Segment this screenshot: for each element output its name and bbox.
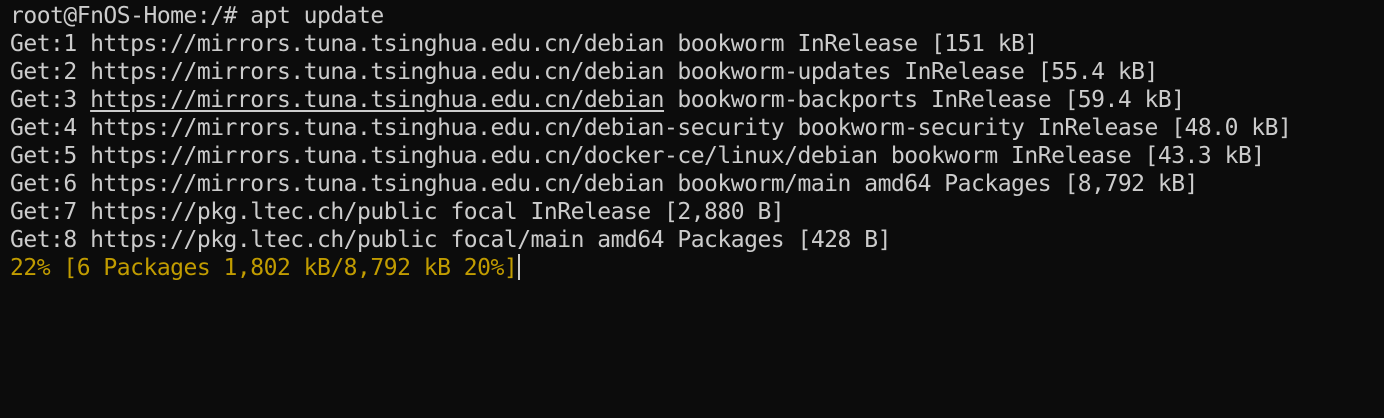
output-line-get-6: Get:6 https://mirrors.tuna.tsinghua.edu.… [10, 171, 1198, 197]
output-line-get-3-prefix: Get:3 [10, 87, 91, 113]
output-line-get-1: Get:1 https://mirrors.tuna.tsinghua.edu.… [10, 31, 1038, 57]
command-prompt-line: root@FnOS-Home:/# apt update [10, 3, 384, 29]
output-line-get-7: Get:7 https://pkg.ltec.ch/public focal I… [10, 199, 785, 225]
text-cursor [518, 254, 521, 280]
mirror-url-link[interactable]: https://mirrors.tuna.tsinghua.edu.cn/deb… [90, 87, 664, 113]
progress-status: 22% [6 Packages 1,802 kB/8,792 kB 20%] [10, 255, 518, 281]
output-line-get-3: Get:3 https://mirrors.tuna.tsinghua.edu.… [10, 86, 1384, 114]
progress-line: 22% [6 Packages 1,802 kB/8,792 kB 20%] [10, 254, 1384, 282]
output-line-get-2: Get:2 https://mirrors.tuna.tsinghua.edu.… [10, 59, 1158, 85]
output-line-get-3-suffix: bookworm-backports InRelease [59.4 kB] [664, 87, 1185, 113]
output-line-get-8: Get:8 https://pkg.ltec.ch/public focal/m… [10, 227, 891, 253]
output-line-get-5: Get:5 https://mirrors.tuna.tsinghua.edu.… [10, 143, 1265, 169]
output-line-get-4: Get:4 https://mirrors.tuna.tsinghua.edu.… [10, 115, 1292, 141]
terminal-window[interactable]: root@FnOS-Home:/# apt update Get:1 https… [0, 0, 1384, 418]
